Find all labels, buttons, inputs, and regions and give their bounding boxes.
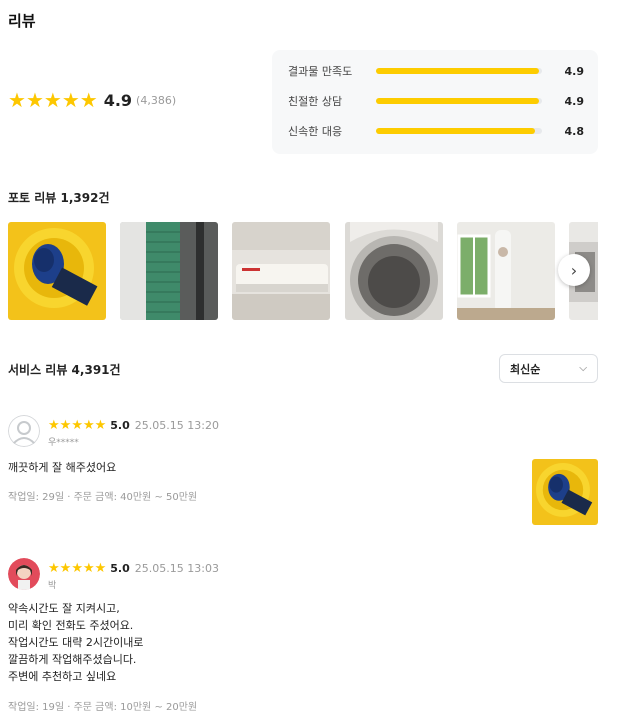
review-text-line: 미리 확인 전화도 주셨어요. [8,619,134,632]
star-icon: ★ [94,561,107,576]
review-stars: ★ ★ ★ ★ ★ [48,419,106,432]
metric-label: 결과물 만족도 [288,65,353,78]
star-icon: ★ [59,418,72,433]
star-icon: ★ [25,88,44,112]
metric-bar [376,98,542,104]
review-photo-thumb[interactable] [532,459,598,525]
review-meta: 작업일: 19일 · 주문 금액: 10만원 ~ 20만원 [8,702,198,713]
review-date: 25.05.15 13:03 [134,562,219,575]
review-header: ★ ★ ★ ★ ★ 5.0 25.05.15 13:03 [48,562,219,575]
metric-row: 신속한 대응 4.8 [288,124,585,139]
star-icon: ★ [82,561,95,576]
review-stars: ★ ★ ★ ★ ★ [48,562,106,575]
star-icon: ★ [71,418,83,433]
overall-rating: ★ ★ ★ ★ ★ 4.9 (4,386) [8,90,176,110]
avatar[interactable] [8,415,40,447]
metric-value: 4.9 [564,94,585,108]
service-reviews-title: 서비스 리뷰 4,391건 [8,363,121,377]
rating-breakdown: 결과물 만족도 4.9 친절한 상담 4.9 신속한 대응 4.8 [272,50,598,154]
avatar[interactable] [8,558,40,590]
star-icon: ★ [48,561,60,576]
review-item: ★ ★ ★ ★ ★ 5.0 25.05.15 13:03 박 약속시간도 잘 지… [8,558,598,718]
star-icon: ★ [48,418,60,433]
review-text: 약속시간도 잘 지켜시고, 미리 확인 전화도 주셨어요. 작업시간도 대략 2… [8,600,143,685]
review-text-line: 주변에 추천하고 싶네요 [8,670,117,683]
page-title: 리뷰 [8,12,36,30]
metric-bar-fill [376,128,536,134]
review-photo-thumb[interactable] [8,222,106,320]
review-text-line: 약속시간도 잘 지켜시고, [8,602,120,615]
reviewer-name: 박 [48,581,57,591]
star-icon: ★ [59,561,72,576]
chevron-down-icon: ⌵ [579,363,587,374]
metric-label: 친절한 상담 [288,95,343,108]
metric-bar [376,68,542,74]
review-date: 25.05.15 13:20 [134,419,219,432]
star-icon: ★ [94,418,107,433]
star-icon: ★ [79,88,98,112]
reviewer-name: 우***** [48,438,79,448]
overall-stars: ★ ★ ★ ★ ★ [8,90,98,110]
review-meta: 작업일: 29일 · 주문 금액: 40만원 ~ 50만원 [8,492,198,503]
star-icon: ★ [61,88,80,112]
metric-value: 4.9 [564,64,585,78]
chevron-right-icon: › [570,260,578,280]
star-icon: ★ [43,88,62,112]
review-item: ★ ★ ★ ★ ★ 5.0 25.05.15 13:20 우***** 깨끗하게… [8,415,598,530]
sort-select[interactable]: 최신순 ⌵ [499,354,598,383]
metric-row: 결과물 만족도 4.9 [288,64,585,79]
star-icon: ★ [82,418,95,433]
star-icon: ★ [8,88,26,112]
metric-value: 4.8 [564,124,585,138]
review-photo-thumb[interactable] [345,222,443,320]
metric-bar-fill [376,68,539,74]
overall-score: 4.9 [103,90,133,110]
review-header: ★ ★ ★ ★ ★ 5.0 25.05.15 13:20 [48,419,219,432]
review-photo-thumb[interactable] [232,222,330,320]
star-icon: ★ [71,561,83,576]
review-count: (4,386) [136,93,177,107]
metric-label: 신속한 대응 [288,125,343,138]
metric-bar [376,128,542,134]
photo-strip[interactable] [8,222,598,320]
review-text: 깨끗하게 잘 해주셨어요 [8,461,117,474]
review-score: 5.0 [110,419,130,432]
metric-row: 친절한 상담 4.9 [288,94,585,109]
review-photo-thumb[interactable] [457,222,555,320]
review-score: 5.0 [110,562,130,575]
sort-selected-label: 최신순 [510,362,541,376]
review-photo-thumb[interactable] [120,222,218,320]
photo-reviews-title: 포토 리뷰 1,392건 [8,191,110,205]
metric-bar-fill [376,98,539,104]
review-text-line: 깔끔하게 작업해주셨습니다. [8,653,137,666]
review-text-line: 작업시간도 대략 2시간이내로 [8,636,144,649]
photo-next-button[interactable]: › [558,254,590,286]
